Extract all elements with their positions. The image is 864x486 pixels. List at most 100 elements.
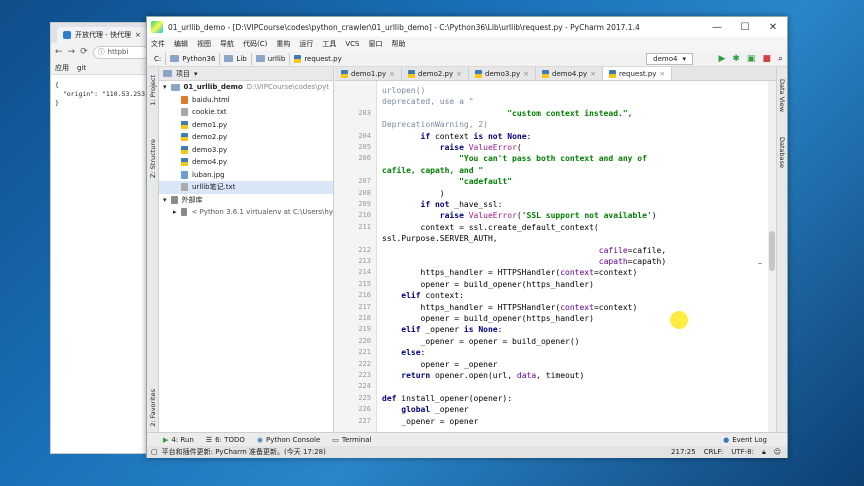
code-line[interactable]: 213 capath=capath): [335, 256, 776, 267]
code-line[interactable]: 217 https_handler = HTTPSHandler(context…: [335, 302, 776, 313]
data-view-tool-button[interactable]: Data View: [778, 79, 786, 112]
tab-demo2[interactable]: demo2.py ×: [402, 67, 469, 80]
address-bar[interactable]: ⓘ httpbi: [92, 45, 149, 59]
code-line[interactable]: 227 _opener = opener: [335, 416, 776, 427]
close-icon[interactable]: ×: [389, 70, 395, 78]
close-icon[interactable]: ×: [135, 31, 141, 39]
structure-tool-button[interactable]: Z: Structure: [149, 139, 157, 178]
menu-view[interactable]: 视图: [197, 39, 211, 49]
run-icon[interactable]: ▶: [718, 53, 725, 65]
menu-tools[interactable]: 工具: [322, 39, 336, 49]
forward-icon[interactable]: →: [68, 47, 76, 57]
breadcrumb-urllib[interactable]: urllib: [252, 52, 291, 65]
code-line[interactable]: 218 opener = build_opener(https_handler): [335, 313, 776, 324]
code-line[interactable]: 205 raise ValueError(: [335, 142, 776, 153]
back-icon[interactable]: ←: [55, 47, 63, 57]
tree-root[interactable]: ▾ 01_urllib_demo D:\VIPCourse\codes\pyt: [159, 81, 333, 94]
code-line[interactable]: 225 def install_opener(opener):: [335, 393, 776, 404]
code-editor[interactable]: urlopen() deprecated, use a " 203 "custom …: [335, 81, 776, 432]
terminal-button[interactable]: ▭ Terminal: [332, 436, 371, 444]
code-line[interactable]: 204 if context is not None:: [335, 131, 776, 142]
bookmark-apps[interactable]: 应用: [55, 63, 69, 73]
inspector-icon[interactable]: ☺: [774, 448, 781, 456]
code-line[interactable]: urlopen(): [335, 85, 776, 96]
tree-file[interactable]: demo2.py: [159, 131, 333, 144]
tab-demo4[interactable]: demo4.py ×: [536, 67, 603, 80]
coverage-icon[interactable]: ▣: [747, 53, 756, 65]
code-line[interactable]: DeprecationWarning, 2): [335, 119, 776, 130]
event-log-button[interactable]: ● Event Log: [723, 436, 767, 444]
tree-file[interactable]: luban.jpg: [159, 169, 333, 182]
caret-position[interactable]: 217:25: [671, 448, 696, 456]
search-icon[interactable]: ⌕: [778, 53, 783, 65]
database-tool-button[interactable]: Database: [778, 137, 786, 168]
code-line[interactable]: 221 else:: [335, 347, 776, 358]
file-encoding[interactable]: UTF-8:: [731, 448, 754, 456]
tab-demo1[interactable]: demo1.py ×: [335, 67, 402, 80]
chevron-down-icon[interactable]: ▾: [194, 70, 198, 78]
todo-tool-button[interactable]: ☰ 6: TODO: [206, 436, 245, 444]
code-line[interactable]: 203 "custom context instead.",: [335, 108, 776, 119]
code-line[interactable]: 209 if not _have_ssl:: [335, 199, 776, 210]
chevron-down-icon[interactable]: ▾: [163, 196, 167, 204]
chevron-right-icon[interactable]: ▸: [173, 208, 177, 216]
menu-refactor[interactable]: 重构: [276, 39, 290, 49]
code-line[interactable]: 224: [335, 381, 776, 392]
menu-navigate[interactable]: 导航: [220, 39, 234, 49]
tab-demo3[interactable]: demo3.py ×: [469, 67, 536, 80]
tree-file[interactable]: demo3.py: [159, 144, 333, 157]
python-console-button[interactable]: ◉ Python Console: [257, 436, 320, 444]
status-panel-icon[interactable]: ▢: [151, 448, 158, 456]
tree-file[interactable]: demo1.py: [159, 119, 333, 132]
maximize-icon[interactable]: ☐: [731, 17, 759, 37]
project-tool-button[interactable]: 1: Project: [149, 75, 157, 106]
breadcrumb-drive[interactable]: C:: [150, 52, 167, 65]
favorites-tool-button[interactable]: 2: Favorites: [149, 389, 157, 427]
menu-help[interactable]: 帮助: [391, 39, 405, 49]
breadcrumb-file[interactable]: request.py: [290, 53, 345, 65]
menu-code[interactable]: 代码(C): [243, 39, 267, 49]
code-line[interactable]: 216 elif context:: [335, 290, 776, 301]
project-panel-title[interactable]: 项目: [176, 69, 190, 79]
close-icon[interactable]: ×: [456, 70, 462, 78]
tree-external-libraries[interactable]: ▾ 外部库: [159, 194, 333, 207]
menu-vcs[interactable]: VCS: [345, 40, 359, 48]
status-message[interactable]: 平台和插件更新: PyCharm 准备更新。(今天 17:28): [162, 447, 326, 457]
minimize-icon[interactable]: —: [703, 17, 731, 37]
code-line[interactable]: deprecated, use a ": [335, 96, 776, 107]
menu-file[interactable]: 文件: [151, 39, 165, 49]
code-line[interactable]: 211 context = ssl.create_default_context…: [335, 222, 776, 233]
code-line[interactable]: 206 "You can't pass both context and any…: [335, 153, 776, 164]
code-line[interactable]: 214 https_handler = HTTPSHandler(context…: [335, 267, 776, 278]
code-line[interactable]: 210 raise ValueError('SSL support not av…: [335, 210, 776, 221]
close-icon[interactable]: ×: [590, 70, 596, 78]
tab-request[interactable]: request.py ×: [603, 67, 673, 80]
breadcrumb-python36[interactable]: Python36: [166, 52, 221, 65]
code-line[interactable]: cafile, capath, and ": [335, 165, 776, 176]
code-line[interactable]: 215 opener = build_opener(https_handler): [335, 279, 776, 290]
tree-file[interactable]: demo4.py: [159, 156, 333, 169]
stop-icon[interactable]: ■: [762, 53, 771, 65]
run-config-select[interactable]: demo4 ▾: [646, 53, 693, 65]
close-icon[interactable]: ✕: [759, 17, 787, 37]
tree-sdk[interactable]: ▸ < Python 3.6.1 virtualenv at C:\Users\…: [159, 206, 333, 219]
code-line[interactable]: 220 _opener = opener = build_opener(): [335, 336, 776, 347]
bookmark-git[interactable]: git: [77, 64, 86, 72]
tree-file[interactable]: cookie.txt: [159, 106, 333, 119]
code-line[interactable]: 208 ): [335, 188, 776, 199]
lock-icon[interactable]: 🔒︎: [762, 448, 766, 457]
run-tool-button[interactable]: ▶ 4: Run: [163, 436, 194, 444]
breadcrumb-lib[interactable]: Lib: [220, 52, 252, 65]
debug-icon[interactable]: ✱: [732, 53, 740, 65]
code-line[interactable]: 212 cafile=cafile,: [335, 245, 776, 256]
tree-file[interactable]: baidu.html: [159, 94, 333, 107]
line-separator[interactable]: CRLF:: [704, 448, 724, 456]
code-line[interactable]: 226 global _opener: [335, 404, 776, 415]
code-line[interactable]: 223 return opener.open(url, data, timeou…: [335, 370, 776, 381]
chevron-down-icon[interactable]: ▾: [163, 83, 167, 91]
close-icon[interactable]: ×: [659, 70, 665, 78]
menu-run[interactable]: 运行: [299, 39, 313, 49]
code-line[interactable]: ssl.Purpose.SERVER_AUTH,: [335, 233, 776, 244]
scrollbar-thumb[interactable]: [769, 231, 775, 271]
code-line[interactable]: 222 opener = _opener: [335, 359, 776, 370]
